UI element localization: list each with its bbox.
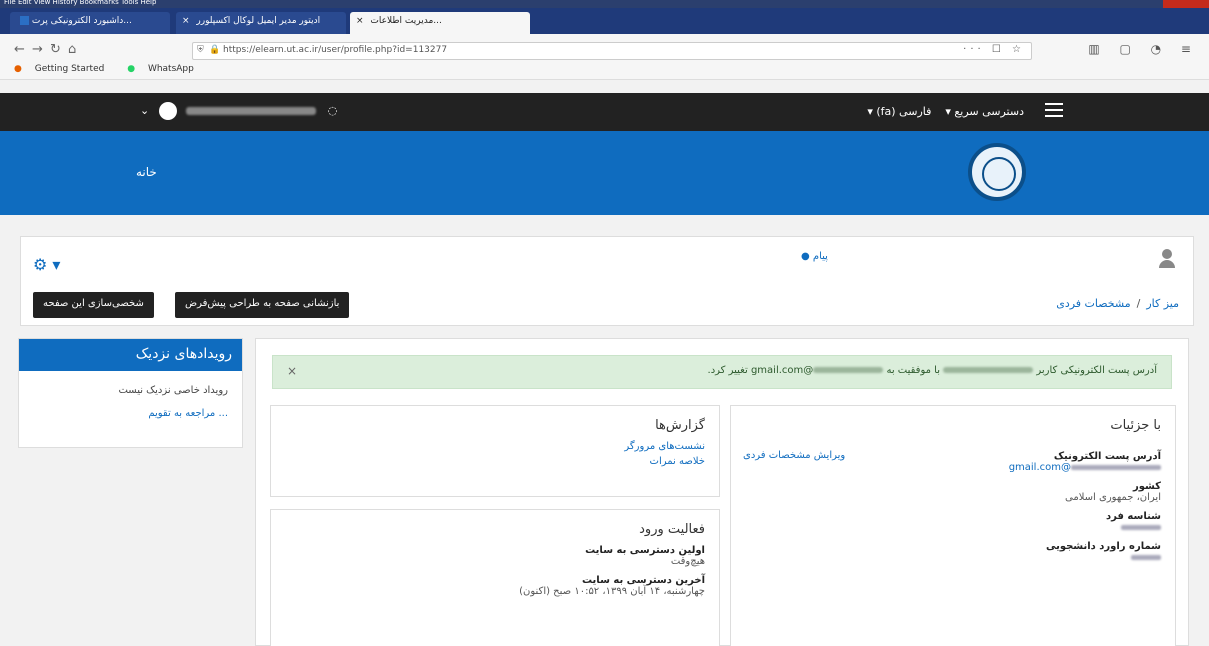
bookmark-whatsapp[interactable]: ● WhatsApp [127,64,204,74]
country-label: کشور [1132,481,1161,492]
browser-tab-active[interactable]: × مدیریت اطلاعات... [350,12,530,34]
alert-close-icon[interactable]: × [287,364,297,378]
main-region: آدرس پست الکترونیکی کاربر با موفقیت به @… [255,338,1189,646]
alert-email-blurred [813,367,884,373]
tab-close-icon[interactable]: × [356,16,364,26]
id-value [745,522,1161,533]
url-text: https://elearn.ut.ac.ir/user/profile.php… [223,45,448,55]
avatar [158,102,177,120]
chat-bubble-icon[interactable]: ◌ [328,104,338,117]
login-activity-card: فعالیت ورود اولین دسترسی به سایت هیچ‌وقت… [270,509,720,646]
university-logo[interactable] [968,143,1026,201]
tab-favicon-icon [20,16,29,25]
upcoming-events-block: رویدادهای نزدیک رویداد خاصی نزدیک نیست .… [18,338,243,448]
reload-icon[interactable]: ↻ [50,42,61,57]
student-number-value [745,552,1161,563]
first-access-label: اولین دسترسی به سایت [585,545,705,556]
bookmark-label: WhatsApp [147,64,194,74]
email-domain: @gmail.com [1008,462,1071,473]
breadcrumb: میز کار / مشخصات فردی [1056,297,1179,310]
browser-tabstrip: داشبورد الکترونیکی پرت... × ادیتور مدیر … [0,8,1209,34]
events-empty-text: رویداد خاصی نزدیک نیست [118,385,228,396]
reports-title: گزارش‌ها [655,418,705,433]
customize-page-button[interactable]: شخصی‌سازی این صفحه [33,292,154,318]
back-arrow-icon[interactable]: ← [14,42,25,57]
user-details-card: با جزئیات ویرایش مشخصات فردی آدرس پست ال… [730,405,1176,646]
shield-icon: ⛨ [197,45,204,55]
id-label: شناسه فرد [1106,511,1161,522]
bookmark-label: Getting Started [34,64,105,74]
alert-email: @gmail.com [750,365,814,376]
firefox-icon: ● [14,64,22,74]
breadcrumb-profile[interactable]: مشخصات فردی [1056,297,1130,310]
page-header: ● پیام ⚙ ▾ شخصی‌سازی این صفحه بازنشانی ص… [20,236,1194,326]
lock-icon: 🔒 [209,45,221,55]
chat-icon: ● [801,251,810,262]
forward-arrow-icon[interactable]: → [32,42,43,57]
page-actions-icon[interactable]: ··· ☐ ☆ [963,44,1025,55]
tab-label: مدیریت اطلاعات... [370,16,442,26]
whatsapp-icon: ● [127,64,136,74]
id-blurred [1121,525,1161,530]
breadcrumb-dashboard[interactable]: میز کار [1146,297,1179,310]
tab-label: ادیتور مدیر ایمیل لوکال اکسپلورر [196,16,321,26]
tab-close-icon[interactable]: × [182,16,190,26]
browser-sessions-link[interactable]: نشست‌های مرورگر [285,441,705,452]
user-name-blurred [186,107,317,115]
edit-profile-link[interactable]: ویرایش مشخصات فردی [743,450,845,461]
language-menu[interactable]: فارسی (fa) [876,105,931,118]
grades-overview-link[interactable]: خلاصه نمرات [285,456,705,467]
email-value[interactable]: @gmail.com [745,462,1161,473]
window-close-button[interactable] [1163,0,1209,8]
alert-user-blurred [943,367,1034,373]
topbar-menus: دسترسی سریع ▾ فارسی (fa) ▾ [867,105,1024,118]
success-alert: آدرس پست الکترونیکی کاربر با موفقیت به @… [272,355,1172,389]
window-titlebar: File Edit View History Bookmarks Tools H… [0,0,1209,8]
chevron-down-icon: ▾ [867,105,873,118]
alert-text-suffix: تغییر کرد. [707,365,748,376]
calendar-link[interactable]: ... مراجعه به تقویم [19,402,242,425]
message-label: پیام [812,251,828,262]
window-menu: File Edit View History Bookmarks Tools H… [4,0,157,6]
login-activity-title: فعالیت ورود [639,522,705,537]
bookmarks-bar: ● Getting Started ● WhatsApp [14,64,214,74]
chevron-down-icon: ⌄ [140,104,150,117]
message-button[interactable]: ● پیام [801,251,828,262]
student-number-label: شماره راورد دانشجویی [1045,541,1161,552]
browser-navbar: ← → ↻ ⌂ ⛨ 🔒 https://elearn.ut.ac.ir/user… [0,34,1209,80]
home-icon[interactable]: ⌂ [68,42,76,57]
email-blurred [1071,465,1161,470]
breadcrumb-separator: / [1136,297,1141,310]
reset-page-button[interactable]: بازنشانی صفحه به طراحی پیش‌فرض [175,292,350,318]
tab-label: داشبورد الکترونیکی پرت... [31,16,132,26]
first-access-value: هیچ‌وقت [670,556,705,567]
browser-tab-2[interactable]: × ادیتور مدیر ایمیل لوکال اکسپلورر [176,12,346,34]
chevron-down-icon: ▾ [945,105,951,118]
user-avatar-icon [1159,249,1175,268]
quick-access-menu[interactable]: دسترسی سریع [954,105,1024,118]
site-banner: خانه [0,131,1209,215]
toolbar-icons[interactable]: ▥ ▢ ◔ ≡ [1088,42,1199,56]
bookmark-getting-started[interactable]: ● Getting Started [14,64,114,74]
home-link[interactable]: خانه [136,165,157,179]
country-value: ایران، جمهوری اسلامی [1065,492,1161,503]
browser-tab-1[interactable]: داشبورد الکترونیکی پرت... [10,12,170,34]
last-access-label: آخرین دسترسی به سایت [581,575,705,586]
hamburger-menu-icon[interactable] [1045,103,1063,121]
gear-icon[interactable]: ⚙ ▾ [33,255,60,274]
url-bar[interactable]: ⛨ 🔒 https://elearn.ut.ac.ir/user/profile… [192,42,1032,60]
alert-text-prefix: آدرس پست الکترونیکی کاربر [1036,365,1157,376]
alert-text-middle: با موفقیت به [886,365,940,376]
student-number-blurred [1131,555,1161,560]
events-title: رویدادهای نزدیک [19,339,242,371]
site-topbar: دسترسی سریع ▾ فارسی (fa) ▾ ⌄ ◌ [0,93,1209,131]
user-menu[interactable]: ⌄ ◌ [140,102,337,120]
reports-card: گزارش‌ها نشست‌های مرورگر خلاصه نمرات [270,405,720,497]
last-access-value: چهارشنبه، ۱۴ آبان ۱۳۹۹، ۱۰:۵۲ صبح (اکنون… [519,586,705,597]
details-title: با جزئیات [1110,418,1161,433]
